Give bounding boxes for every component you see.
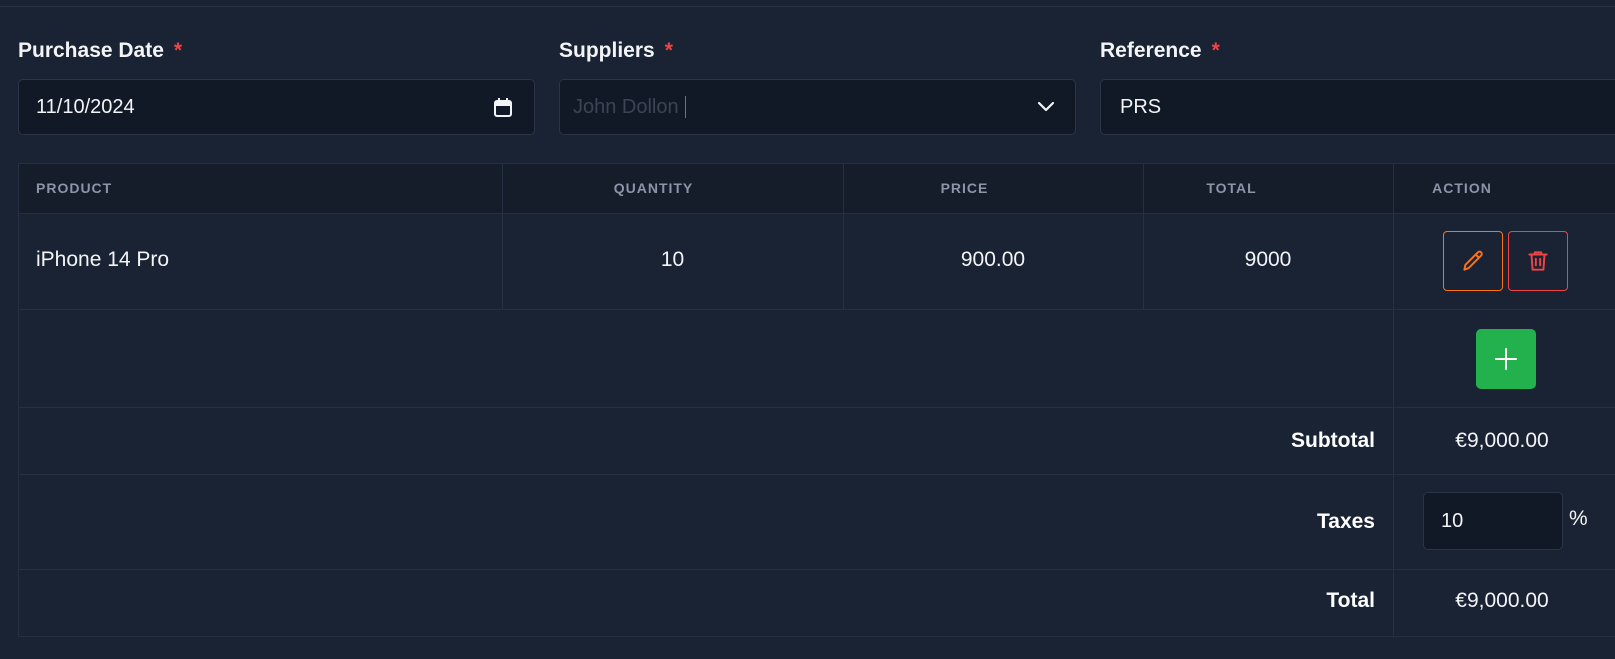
reference-label: Reference * xyxy=(1100,39,1220,62)
required-mark: * xyxy=(173,39,183,62)
reference-value: PRS xyxy=(1120,95,1162,118)
taxes-input[interactable]: 10 xyxy=(1423,492,1563,550)
top-divider xyxy=(0,6,1615,7)
trash-icon xyxy=(1528,251,1548,271)
column-header-product: PRODUCT xyxy=(36,180,113,196)
purchase-date-label: Purchase Date * xyxy=(18,39,183,62)
total-label: Total xyxy=(1326,589,1375,612)
column-header-action: ACTION xyxy=(1432,180,1492,196)
row-divider xyxy=(19,474,1615,475)
column-header-price: PRICE xyxy=(940,180,989,196)
purchase-date-input[interactable]: 11/10/2024 xyxy=(18,79,535,135)
column-divider xyxy=(1393,164,1394,638)
delete-button[interactable] xyxy=(1508,231,1568,291)
edit-button[interactable] xyxy=(1443,231,1503,291)
chevron-down-icon[interactable] xyxy=(1037,101,1055,113)
column-divider xyxy=(843,164,844,310)
taxes-value: 10 xyxy=(1441,509,1464,532)
cell-price: 900.00 xyxy=(960,248,1026,271)
suppliers-select[interactable]: John Dollon xyxy=(559,79,1076,135)
add-row-button[interactable] xyxy=(1476,329,1536,389)
subtotal-value: €9,000.00 xyxy=(1455,429,1549,452)
column-header-quantity: QUANTITY xyxy=(613,180,694,196)
column-header-total: TOTAL xyxy=(1206,180,1257,196)
required-mark: * xyxy=(664,39,673,62)
row-divider xyxy=(19,569,1615,570)
subtotal-label: Subtotal xyxy=(1291,429,1375,452)
table-header: PRODUCT QUANTITY PRICE TOTAL ACTION xyxy=(19,164,1615,214)
cell-total: 9000 xyxy=(1244,248,1292,271)
products-table: PRODUCT QUANTITY PRICE TOTAL ACTION iPho… xyxy=(18,163,1615,638)
reference-field: Reference * PRS xyxy=(1100,36,1615,135)
total-value: €9,000.00 xyxy=(1455,589,1549,612)
pencil-icon xyxy=(1463,250,1483,271)
purchase-date-value: 11/10/2024 xyxy=(36,95,135,118)
required-mark: * xyxy=(1211,39,1220,62)
cell-quantity: 10 xyxy=(660,248,685,271)
column-divider xyxy=(502,164,503,310)
suppliers-placeholder: John Dollon xyxy=(573,95,679,118)
plus-icon xyxy=(1495,348,1517,370)
suppliers-field: Suppliers * John Dollon xyxy=(559,36,1076,135)
row-divider xyxy=(19,407,1615,408)
cell-product: iPhone 14 Pro xyxy=(36,248,170,271)
text-caret xyxy=(684,96,686,118)
row-divider xyxy=(19,309,1615,310)
calendar-icon[interactable] xyxy=(494,98,512,117)
suppliers-label: Suppliers * xyxy=(559,39,673,62)
purchase-date-field: Purchase Date * 11/10/2024 xyxy=(18,36,535,135)
reference-input[interactable]: PRS xyxy=(1100,79,1615,135)
taxes-unit: % xyxy=(1569,507,1588,530)
taxes-label: Taxes xyxy=(1317,510,1375,533)
column-divider xyxy=(1143,164,1144,310)
